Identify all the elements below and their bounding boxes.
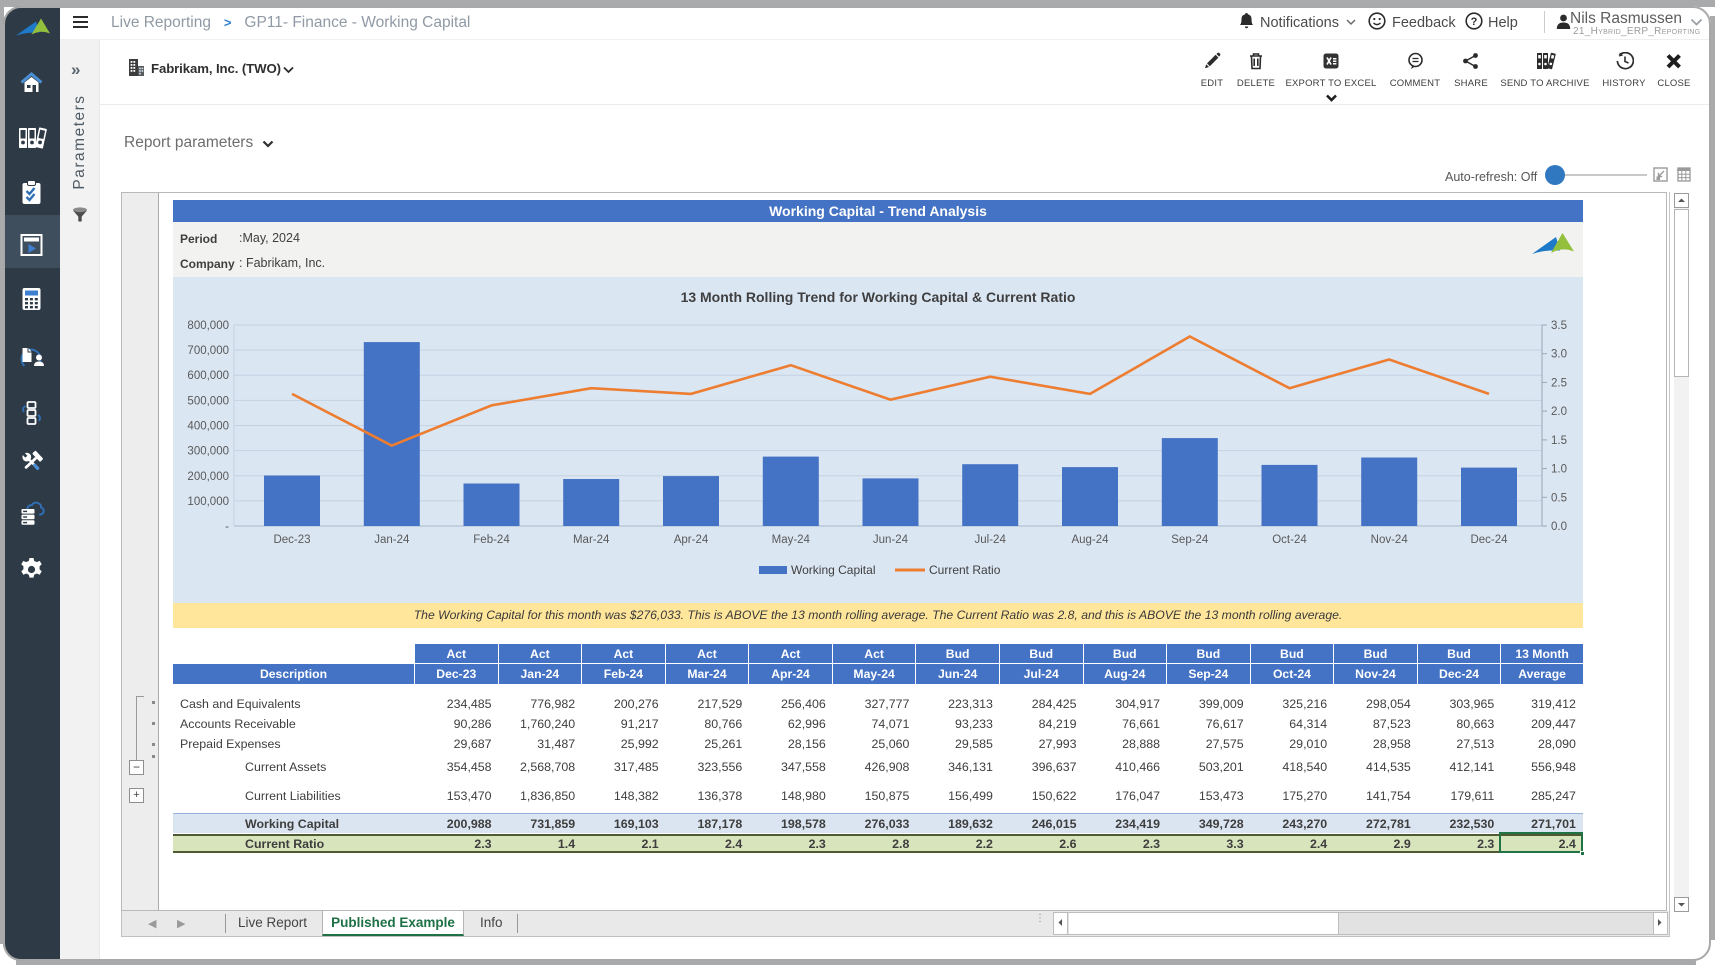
svg-text:0.5: 0.5 <box>1551 492 1567 504</box>
svg-text:Aug-24: Aug-24 <box>1071 534 1109 546</box>
svg-text:3.5: 3.5 <box>1551 320 1567 332</box>
svg-text:Working Capital: Working Capital <box>791 563 875 577</box>
svg-text:Jan-24: Jan-24 <box>374 534 410 546</box>
svg-text:0.0: 0.0 <box>1551 521 1567 533</box>
svg-text:Apr-24: Apr-24 <box>674 534 709 546</box>
svg-text:1.5: 1.5 <box>1551 435 1567 447</box>
svg-text:500,000: 500,000 <box>187 395 229 407</box>
svg-text:700,000: 700,000 <box>187 345 229 357</box>
svg-text:Feb-24: Feb-24 <box>473 534 510 546</box>
svg-text:Sep-24: Sep-24 <box>1171 534 1209 546</box>
svg-text:300,000: 300,000 <box>187 446 229 458</box>
svg-text:?: ? <box>1471 16 1478 28</box>
svg-text:200,000: 200,000 <box>187 471 229 483</box>
svg-text:800,000: 800,000 <box>187 320 229 332</box>
svg-text:2.5: 2.5 <box>1551 377 1567 389</box>
svg-text:Dec-23: Dec-23 <box>273 534 310 546</box>
svg-text:May-24: May-24 <box>772 534 811 546</box>
svg-text:13 Month Rolling Trend for Wor: 13 Month Rolling Trend for Working Capit… <box>681 289 1076 305</box>
svg-text:100,000: 100,000 <box>187 496 229 508</box>
svg-text:Mar-24: Mar-24 <box>573 534 610 546</box>
svg-text:Jul-24: Jul-24 <box>975 534 1007 546</box>
svg-text:Oct-24: Oct-24 <box>1272 534 1307 546</box>
svg-text:2.0: 2.0 <box>1551 406 1567 418</box>
svg-text:1.0: 1.0 <box>1551 464 1567 476</box>
svg-text:Nov-24: Nov-24 <box>1371 534 1409 546</box>
svg-text:Jun-24: Jun-24 <box>873 534 909 546</box>
svg-text:600,000: 600,000 <box>187 370 229 382</box>
svg-text:Current Ratio: Current Ratio <box>929 563 1001 577</box>
svg-text:400,000: 400,000 <box>187 421 229 433</box>
svg-text:-: - <box>225 521 229 533</box>
svg-text:Dec-24: Dec-24 <box>1470 534 1508 546</box>
svg-text:3.0: 3.0 <box>1551 349 1567 361</box>
